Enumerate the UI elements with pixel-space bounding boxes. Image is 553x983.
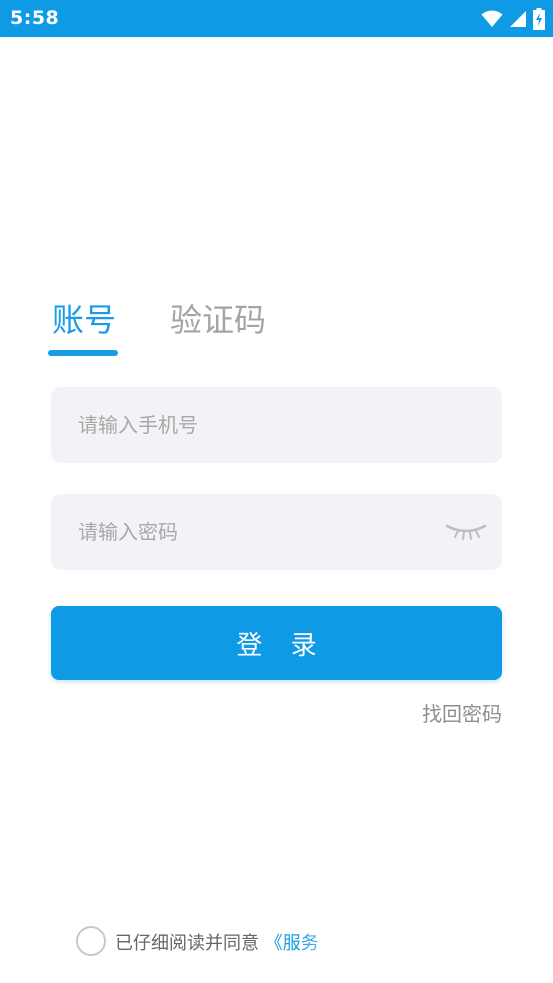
eye-closed-icon[interactable] bbox=[444, 520, 488, 544]
login-screen: 5:58 账号 验证码 请输入手机号 登 录 找回密码 已仔细阅读并同意 《服务 bbox=[0, 0, 553, 983]
active-tab-indicator bbox=[48, 350, 118, 356]
tab-account[interactable]: 账号 bbox=[52, 300, 116, 340]
wifi-icon bbox=[481, 10, 503, 28]
status-icons bbox=[481, 8, 545, 30]
phone-input-container bbox=[51, 387, 502, 463]
forgot-password-link[interactable]: 找回密码 bbox=[422, 698, 502, 727]
status-time: 5:58 bbox=[10, 7, 60, 29]
agreement-label: 已仔细阅读并同意 bbox=[115, 933, 259, 954]
password-input-container bbox=[51, 494, 502, 570]
agreement-checkbox[interactable] bbox=[76, 926, 106, 956]
password-input[interactable] bbox=[78, 494, 418, 570]
agreement-text: 已仔细阅读并同意 《服务 bbox=[115, 929, 319, 955]
battery-charging-icon bbox=[533, 8, 545, 30]
text-fade-overlay bbox=[300, 922, 390, 962]
signal-icon bbox=[509, 10, 527, 28]
tab-verification-code[interactable]: 验证码 bbox=[170, 300, 266, 340]
phone-input[interactable] bbox=[78, 387, 418, 463]
status-bar: 5:58 bbox=[0, 0, 553, 37]
login-button[interactable]: 登 录 bbox=[51, 606, 502, 680]
